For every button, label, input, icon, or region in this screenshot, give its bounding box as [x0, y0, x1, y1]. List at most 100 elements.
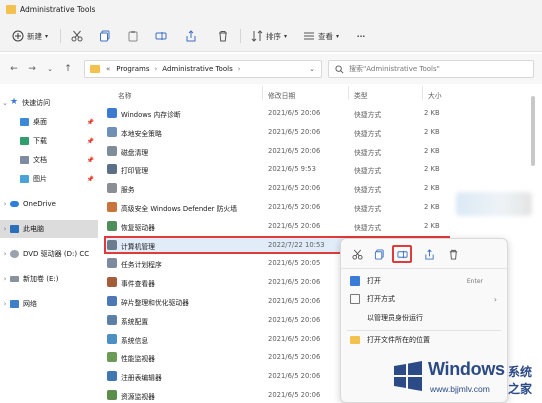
up-button[interactable]: ↑: [62, 63, 74, 75]
shortcut-icon: [107, 239, 117, 250]
menu-item-label: 打开: [367, 277, 381, 285]
chevron-down-icon: ▾: [335, 32, 339, 40]
download-icon: [20, 137, 29, 145]
file-row[interactable]: 服务 2021/6/5 20:06 快捷方式 2 KB: [104, 179, 450, 197]
more-button[interactable]: ···: [352, 26, 370, 46]
file-size: 2 KB: [424, 146, 440, 155]
blurred-region: [456, 192, 532, 216]
copy-button[interactable]: [371, 246, 387, 262]
sidebar-item-this-pc[interactable]: › 此电脑: [0, 220, 98, 238]
network-icon: [10, 300, 19, 308]
menu-item-label: 打开文件所在的位置: [367, 336, 430, 344]
breadcrumb-programs[interactable]: Programs: [116, 65, 149, 73]
search-placeholder: 搜索"Administrative Tools": [349, 65, 440, 73]
new-button[interactable]: 新建 ▾: [8, 26, 52, 46]
file-type: 快捷方式: [354, 186, 382, 195]
share-icon: [186, 30, 196, 42]
sidebar-item-onedrive[interactable]: › OneDrive: [0, 195, 98, 213]
divider: [262, 86, 263, 100]
sidebar-item-quick-access[interactable]: ⌄ ★ 快速访问: [0, 94, 98, 112]
file-date: 2021/6/5 20:06: [268, 297, 321, 305]
sidebar-item-network[interactable]: › 网络: [0, 295, 98, 313]
sidebar-item-dvd-drive[interactable]: › DVD 驱动器 (D:) CC: [0, 245, 98, 263]
file-row[interactable]: 本地安全策略 2021/6/5 20:06 快捷方式 2 KB: [104, 123, 450, 141]
file-row[interactable]: 打印管理 2021/6/5 9:53 快捷方式 2 KB: [104, 160, 450, 178]
paste-button[interactable]: [124, 26, 142, 46]
sort-button[interactable]: 排序 ▾: [248, 26, 290, 46]
column-header-size[interactable]: 大小: [428, 90, 442, 100]
file-date: 2021/6/5 20:06: [268, 315, 321, 324]
cut-button[interactable]: [349, 246, 365, 262]
file-name: 计算机管理: [121, 242, 155, 251]
file-date: 2021/6/5 20:05: [268, 259, 321, 268]
column-header-date[interactable]: 修改日期: [268, 90, 295, 100]
file-date: 2021/6/5 20:06: [268, 334, 321, 343]
sidebar-item-volume-e[interactable]: › 新加卷 (E:): [0, 270, 98, 288]
file-row[interactable]: 恢复驱动器 2021/6/5 20:06 快捷方式 2 KB: [104, 217, 450, 235]
back-button[interactable]: ←: [8, 63, 20, 75]
breadcrumb-overflow[interactable]: «: [106, 65, 110, 73]
pin-icon: 📌: [86, 175, 94, 183]
sidebar-item-label: 快速访问: [22, 99, 51, 107]
menu-item-open-location[interactable]: 打开文件所在的位置: [341, 331, 507, 349]
pin-icon: 📌: [86, 156, 94, 164]
file-name: 磁盘清理: [121, 148, 149, 157]
share-button[interactable]: [421, 246, 437, 262]
file-date: 2021/6/5 20:06: [268, 146, 321, 155]
file-name: Windows 内存诊断: [121, 111, 181, 119]
file-row[interactable]: 磁盘清理 2021/6/5 20:06 快捷方式 2 KB: [104, 142, 450, 160]
scrollbar-thumb[interactable]: [531, 96, 535, 166]
cut-button[interactable]: [68, 26, 86, 46]
computer-icon: [10, 225, 19, 233]
view-button[interactable]: 查看 ▾: [300, 26, 342, 46]
chevron-right-icon: ›: [237, 65, 241, 73]
shortcut-icon: [107, 220, 117, 231]
copy-button[interactable]: [96, 26, 114, 46]
sidebar-item-downloads[interactable]: 下载 📌: [0, 132, 98, 150]
rename-button[interactable]: [392, 245, 412, 263]
file-date: 2022/7/22 10:53: [268, 240, 325, 249]
address-bar[interactable]: « Programs › Administrative Tools › ⌄: [84, 60, 322, 78]
chevron-down-icon: ⌄: [2, 99, 8, 107]
desktop-icon: [20, 118, 29, 126]
menu-item-run-as-admin[interactable]: 以管理员身份运行: [341, 309, 507, 327]
view-label: 查看: [317, 31, 333, 41]
share-button[interactable]: [182, 26, 200, 46]
shortcut-icon: [107, 258, 117, 269]
recent-button[interactable]: ⌄: [44, 63, 56, 75]
file-type: 快捷方式: [354, 167, 382, 176]
trash-icon: [449, 249, 457, 260]
watermark-subtitle: 系统之家: [508, 365, 533, 396]
breadcrumb-administrative-tools[interactable]: Administrative Tools: [162, 65, 232, 73]
open-with-icon: [350, 294, 360, 304]
file-type: 快捷方式: [354, 205, 382, 213]
column-header-type[interactable]: 类型: [354, 90, 368, 100]
chevron-right-icon: ›: [3, 225, 7, 233]
sort-icon: [251, 30, 263, 42]
delete-button[interactable]: [445, 246, 461, 262]
chevron-right-icon: ›: [493, 294, 497, 304]
plus-circle-icon: [12, 30, 24, 42]
forward-button[interactable]: →: [26, 63, 38, 75]
delete-button[interactable]: [214, 26, 232, 46]
sidebar-item-desktop[interactable]: 桌面 📌: [0, 113, 98, 131]
search-input[interactable]: 搜索"Administrative Tools": [328, 60, 534, 78]
file-name: 高级安全 Windows Defender 防火墙: [121, 205, 237, 213]
new-label: 新建: [26, 31, 42, 41]
sidebar-item-label: 文档: [33, 156, 47, 164]
sidebar-item-documents[interactable]: 文档 📌: [0, 151, 98, 169]
file-row[interactable]: Windows 内存诊断 2021/6/5 20:06 快捷方式 2 KB: [104, 104, 450, 122]
column-header-name[interactable]: 名称: [118, 90, 132, 100]
shortcut-icon: [107, 183, 117, 194]
chevron-down-icon[interactable]: ⌄: [309, 65, 315, 73]
shortcut-icon: [107, 333, 117, 344]
rename-button[interactable]: [152, 26, 170, 46]
shortcut-icon: [107, 202, 117, 212]
share-icon: [424, 248, 434, 260]
file-type: 快捷方式: [354, 129, 382, 138]
sidebar-item-pictures[interactable]: 图片 📌: [0, 170, 98, 188]
menu-item-open[interactable]: 打开 Enter: [341, 272, 507, 290]
file-row[interactable]: 高级安全 Windows Defender 防火墙 2021/6/5 20:06 快…: [104, 198, 450, 216]
file-name: 系统配置: [121, 317, 149, 326]
menu-item-open-with[interactable]: 打开方式 ›: [341, 290, 507, 308]
